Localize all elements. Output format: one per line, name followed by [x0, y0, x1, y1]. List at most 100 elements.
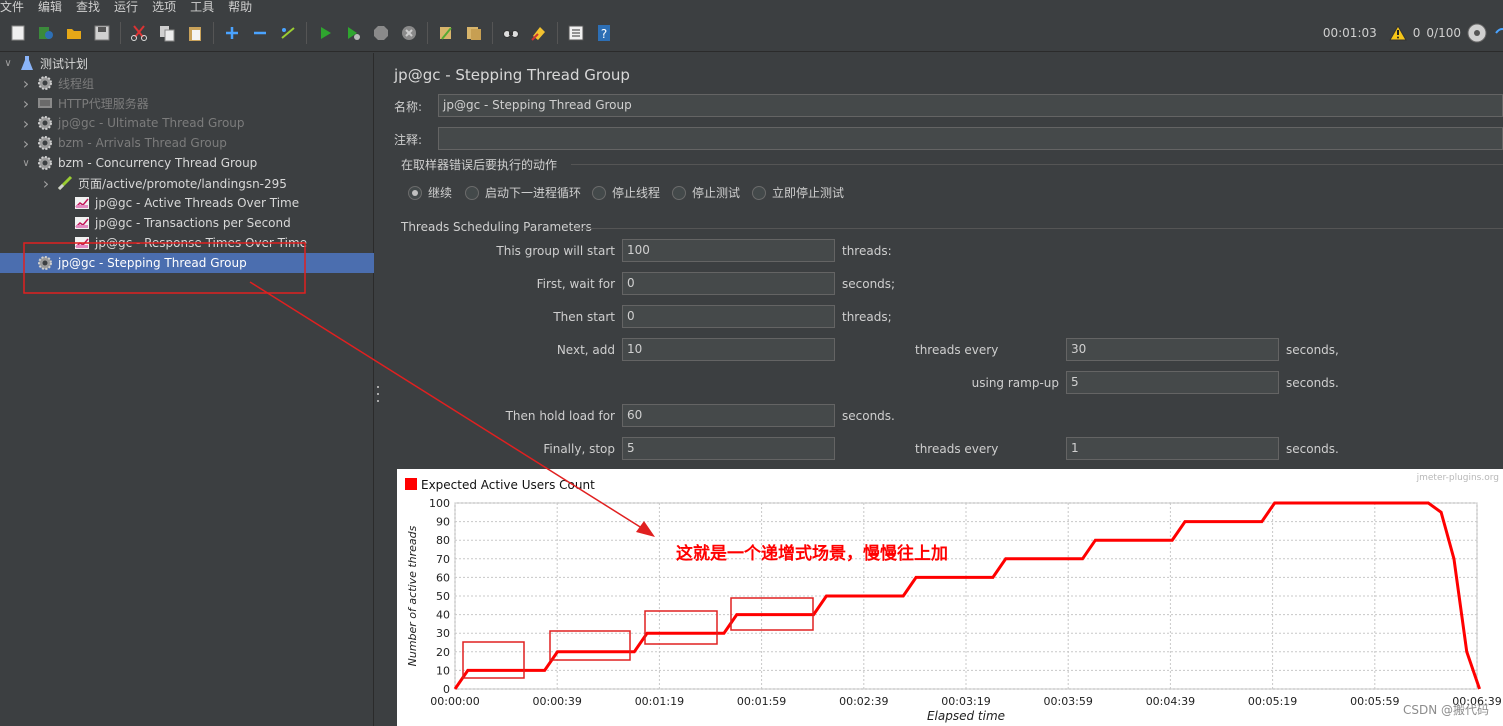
start-no-pause-icon[interactable] [342, 22, 364, 44]
radio-dot[interactable] [592, 185, 606, 200]
toggle-icon[interactable] [277, 22, 299, 44]
log-icon[interactable] [1493, 24, 1503, 42]
menu-item[interactable]: 编辑 [38, 0, 68, 14]
initial-delay-field[interactable]: 0 [622, 272, 835, 295]
tree-item-label: jp@gc - Stepping Thread Group [58, 256, 247, 270]
tree-item[interactable]: jp@gc - Transactions per Second [57, 213, 291, 233]
chevron-right-icon[interactable]: › [20, 94, 32, 113]
chevron-down-icon[interactable]: ∨ [2, 58, 14, 69]
x-tick-label: 00:02:39 [839, 695, 888, 708]
radio-dot[interactable] [672, 185, 686, 200]
tree-item[interactable]: jp@gc - Active Threads Over Time [57, 193, 299, 213]
function-helper-icon[interactable] [565, 22, 587, 44]
status-area: 00:01:03 0 0/100 [1323, 14, 1503, 52]
chevron-right-icon[interactable]: › [20, 114, 32, 133]
chevron-right-icon[interactable]: › [20, 134, 32, 153]
new-icon[interactable] [7, 22, 29, 44]
hold-load-field[interactable]: 60 [622, 404, 835, 427]
ramp-up-label: using ramp-up [971, 376, 1059, 390]
proxy-icon [36, 94, 54, 112]
toolbar-separator [120, 21, 121, 44]
stop-every-field[interactable]: 1 [1066, 437, 1279, 460]
remote-icon[interactable] [1467, 23, 1487, 43]
y-tick-label: 10 [436, 664, 450, 677]
stop-icon[interactable] [370, 22, 392, 44]
test-plan-icon [18, 54, 36, 72]
radio-label: 启动下一进程循环 [485, 186, 582, 200]
scheduling-section-title: Threads Scheduling Parameters [401, 220, 592, 234]
radio-label: 停止线程 [612, 186, 661, 200]
gear-icon [36, 134, 54, 152]
shutdown-icon[interactable] [398, 22, 420, 44]
y-tick-label: 40 [436, 609, 450, 622]
menu-item[interactable]: 文件 [0, 0, 30, 14]
clear-all-icon[interactable] [463, 22, 485, 44]
paste-icon[interactable] [184, 22, 206, 44]
brand-label: jmeter-plugins.org [1416, 473, 1499, 483]
error-action-radio[interactable]: 立即停止测试 [752, 184, 844, 201]
error-action-radio[interactable]: 停止测试 [672, 184, 740, 201]
x-tick-label: 00:00:00 [430, 695, 479, 708]
tree-item[interactable]: › HTTP代理服务器 [20, 93, 149, 113]
expand-icon[interactable] [221, 22, 243, 44]
error-action-radio[interactable]: 启动下一进程循环 [465, 184, 581, 201]
x-tick-label: 00:00:39 [532, 695, 581, 708]
chevron-down-icon[interactable]: ∨ [20, 158, 32, 169]
radio-dot[interactable] [752, 185, 766, 200]
comment-field[interactable] [438, 127, 1503, 150]
help-icon[interactable]: ? [593, 22, 615, 44]
ramp-up-field[interactable]: 5 [1066, 371, 1279, 394]
tree-item[interactable]: › 页面/active/promote/landingsn-295 [40, 173, 287, 193]
ramp-up-unit: seconds. [1286, 376, 1339, 390]
chevron-right-icon[interactable]: › [40, 174, 52, 193]
menu-item[interactable]: 运行 [114, 0, 144, 14]
menu-item[interactable]: 帮助 [228, 0, 258, 14]
legend-swatch [405, 478, 417, 490]
tree-item[interactable]: ∨ bzm - Concurrency Thread Group [20, 153, 257, 173]
threads-every-unit: seconds, [1286, 343, 1339, 357]
radio-dot[interactable] [465, 185, 479, 200]
error-action-radio[interactable]: 停止线程 [592, 184, 660, 201]
menu-item[interactable]: 查找 [76, 0, 106, 14]
reset-search-icon[interactable] [528, 22, 550, 44]
cut-icon[interactable] [128, 22, 150, 44]
then-start-field[interactable]: 0 [622, 305, 835, 328]
search-icon[interactable] [500, 22, 522, 44]
tree-item-label: bzm - Arrivals Thread Group [58, 136, 227, 150]
templates-icon[interactable] [35, 22, 57, 44]
y-tick-label: 90 [436, 516, 450, 529]
legend-label: Expected Active Users Count [421, 478, 595, 492]
tree-item[interactable]: › jp@gc - Ultimate Thread Group [20, 113, 245, 133]
name-field[interactable]: jp@gc - Stepping Thread Group [438, 94, 1503, 117]
save-icon[interactable] [91, 22, 113, 44]
next-add-field[interactable]: 10 [622, 338, 835, 361]
tree-item[interactable]: › 线程组 [20, 73, 94, 93]
expected-users-chart: 0 10 20 30 40 50 60 70 80 90 100 00:00:00 00:00:39 00… [397, 469, 1503, 726]
collapse-icon[interactable] [249, 22, 271, 44]
clear-icon[interactable] [435, 22, 457, 44]
tree-item-label: jp@gc - Transactions per Second [95, 216, 291, 230]
radio-dot[interactable] [408, 185, 422, 200]
radio-label: 停止测试 [692, 186, 741, 200]
finally-stop-field[interactable]: 5 [622, 437, 835, 460]
copy-icon[interactable] [156, 22, 178, 44]
threads-every-label: threads every [915, 343, 999, 357]
toolbar: ? 00:01:03 0 0/100 [0, 14, 1503, 52]
x-tick-label: 00:01:59 [737, 695, 786, 708]
tree-item-test-plan[interactable]: ∨ 测试计划 [2, 53, 374, 73]
error-action-radio[interactable]: 继续 [408, 184, 452, 201]
tree-item[interactable]: › bzm - Arrivals Thread Group [20, 133, 227, 153]
tree-item[interactable]: jp@gc - Stepping Thread Group [0, 253, 374, 273]
error-action-section-title: 在取样器错误后要执行的动作 [401, 158, 558, 172]
tree-item[interactable]: jp@gc - Response Times Over Time [57, 233, 307, 253]
start-threads-field[interactable]: 100 [622, 239, 835, 262]
splitter-grip[interactable] [376, 386, 380, 402]
warning-icon[interactable] [1388, 25, 1407, 41]
start-icon[interactable] [314, 22, 336, 44]
menu-item[interactable]: 选项 [152, 0, 182, 14]
open-icon[interactable] [63, 22, 85, 44]
chevron-right-icon[interactable]: › [20, 74, 32, 93]
threads-every-field[interactable]: 30 [1066, 338, 1279, 361]
menu-item[interactable]: 工具 [190, 0, 220, 14]
tree-item-label: 页面/active/promote/landingsn-295 [78, 176, 287, 191]
